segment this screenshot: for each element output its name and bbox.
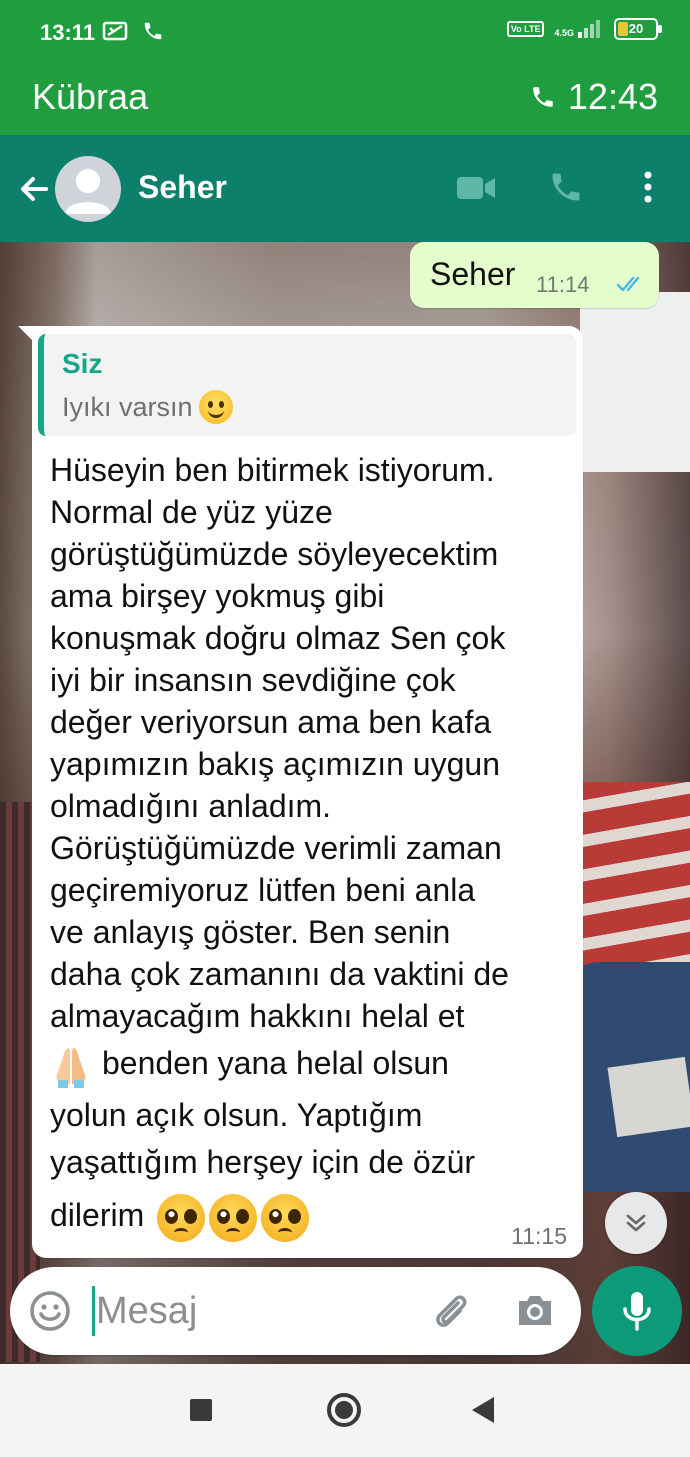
pleading-face-emoji-icon: [209, 1193, 258, 1242]
attachment-icon[interactable]: [428, 1289, 472, 1333]
message-line: Normal de yüz yüze: [50, 494, 333, 530]
message-line: Görüştüğümüzde verimli zaman: [50, 830, 502, 866]
message-input[interactable]: [96, 1281, 416, 1341]
outgoing-message-time: 11:14: [536, 272, 590, 297]
message-line: Hüseyin ben bitirmek istiyorum.: [50, 452, 495, 488]
message-line: iyi bir insansın sevdiğine çok: [50, 662, 456, 698]
message-composer: [10, 1267, 581, 1355]
message-line: ama birşey yokmuş gibi: [50, 578, 385, 614]
volte-icon: Vo LTE: [506, 21, 545, 37]
chat-header: Seher: [0, 135, 690, 242]
message-line: ve anlayış göster. Ben senin: [50, 914, 451, 950]
voice-call-icon[interactable]: [548, 169, 584, 205]
scroll-to-bottom-button[interactable]: [605, 1192, 667, 1254]
message-line: yapımızın bakış açımızın uygun: [50, 746, 500, 782]
home-circle-icon[interactable]: [327, 1393, 361, 1427]
outgoing-message[interactable]: Seher 11:14: [410, 242, 659, 308]
camera-icon[interactable]: [515, 1291, 555, 1329]
message-line: değer veriyorsun ama ben kafa: [50, 704, 492, 740]
call-duration: 12:43: [530, 76, 658, 118]
text-cursor: [92, 1286, 95, 1336]
signal-icon: 4.5G: [554, 20, 604, 38]
incoming-message[interactable]: Siz Iyıkı varsın Hüseyin ben bitirmek is…: [18, 326, 583, 1258]
message-line: yolun açık olsun. Yaptığım: [50, 1097, 423, 1133]
recents-square-icon[interactable]: [190, 1399, 212, 1421]
incoming-message-text: Hüseyin ben bitirmek istiyorum. Normal d…: [50, 449, 570, 1242]
wallpaper-window: [580, 292, 690, 472]
smiling-face-emoji-icon: [198, 390, 233, 424]
contact-avatar[interactable]: [55, 156, 121, 222]
emoji-icon[interactable]: [28, 1289, 72, 1333]
call-contact-name: Kübraa: [32, 76, 149, 117]
more-options-icon[interactable]: [636, 169, 660, 205]
pleading-face-emoji-icon: [261, 1193, 310, 1242]
pleading-face-emoji-icon: [157, 1193, 206, 1242]
quoted-reply-text-row: Iyıkı varsın: [62, 390, 233, 424]
call-timer: 12:43: [567, 76, 658, 117]
message-line: daha çok zamanını da vaktini de: [50, 956, 509, 992]
folded-hands-emoji-icon: [56, 1047, 86, 1088]
message-line: konuşmak doğru olmaz Sen çok: [50, 620, 506, 656]
status-bar: 13:11 Vo LTE 4.5G 20: [0, 0, 690, 64]
back-triangle-icon[interactable]: [472, 1397, 494, 1423]
back-arrow-icon[interactable]: [14, 169, 54, 209]
ongoing-call-banner[interactable]: Kübraa 12:43: [0, 64, 690, 135]
message-line: almayacağım hakkını helal et: [50, 998, 465, 1034]
status-time: 13:11: [40, 20, 96, 45]
message-line: yaşattığım herşey için de özür: [50, 1144, 476, 1180]
message-line: görüştüğümüzde söyleyecektim: [50, 536, 499, 572]
system-navigation-bar: [0, 1364, 690, 1457]
quoted-reply[interactable]: Siz Iyıkı varsın: [38, 334, 576, 436]
double-check-read-icon: [616, 276, 640, 292]
incoming-message-time: 11:15: [511, 1223, 567, 1249]
video-call-icon[interactable]: [455, 173, 497, 203]
message-line: geçiremiyoruz lütfen beni anla: [50, 872, 476, 908]
wallpaper-cuff: [607, 1056, 690, 1138]
voice-record-button[interactable]: [592, 1266, 682, 1356]
chat-area[interactable]: Seher 11:14 Siz Iyıkı varsın Hüseyin ben…: [0, 242, 690, 1364]
message-line-text: dilerim: [50, 1197, 145, 1233]
quoted-reply-author: Siz: [62, 348, 103, 379]
message-line: dilerim: [50, 1189, 570, 1242]
status-indicators: Vo LTE 4.5G 20: [506, 18, 662, 40]
phone-icon: [533, 87, 553, 107]
message-line: benden yana helal olsun: [50, 1037, 570, 1089]
outgoing-message-text: Seher: [430, 256, 516, 292]
battery-icon: 20: [614, 18, 662, 40]
contact-name[interactable]: Seher: [138, 169, 227, 206]
message-line-text: benden yana helal olsun: [102, 1045, 449, 1081]
message-line: olmadığını anladım.: [50, 788, 332, 824]
quoted-reply-text: Iyıkı varsın: [62, 391, 193, 422]
microphone-icon: [623, 1292, 651, 1331]
phone-status-icon: [144, 22, 162, 40]
double-chevron-down-icon: [626, 1214, 646, 1232]
ongoing-call-notification-icon: [102, 21, 128, 41]
default-avatar-icon: [65, 169, 111, 214]
